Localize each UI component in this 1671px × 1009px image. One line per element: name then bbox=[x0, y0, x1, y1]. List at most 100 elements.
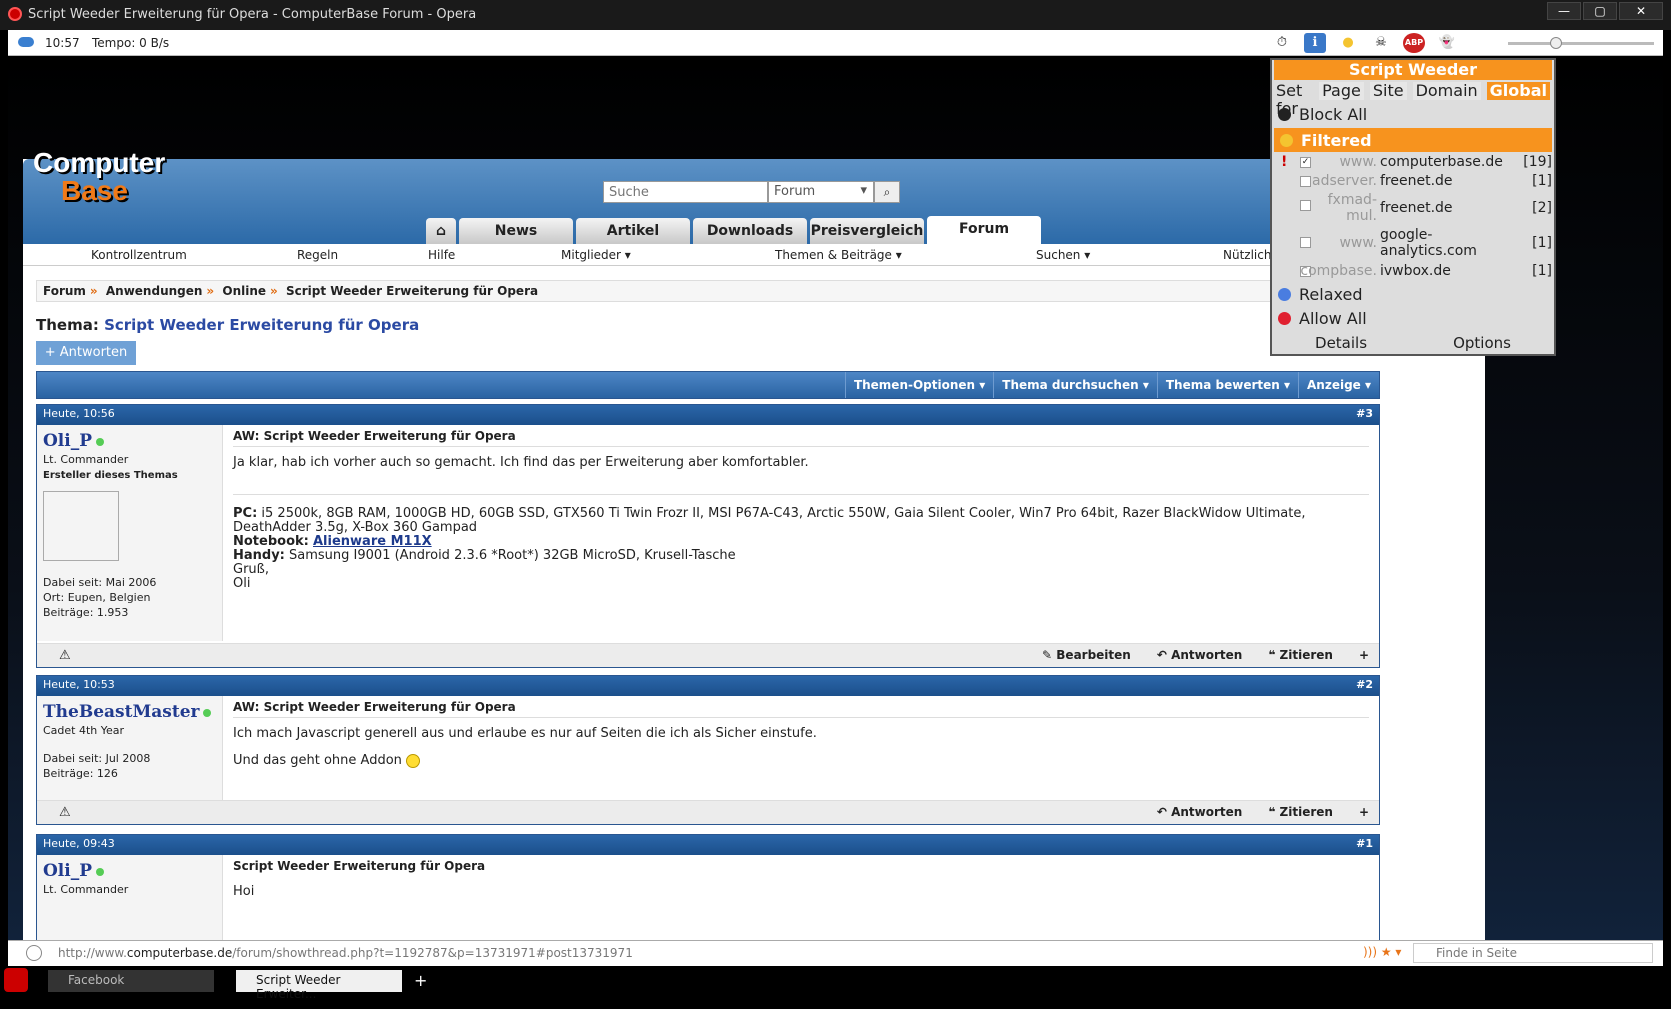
rss-feed-icon[interactable]: ))) ★ ▾ bbox=[1363, 945, 1401, 959]
zoom-slider[interactable] bbox=[1508, 37, 1654, 49]
filtered-option[interactable]: Filtered bbox=[1274, 128, 1552, 152]
user-meta: Dabei seit: Mai 2006 Ort: Eupen, Belgien… bbox=[43, 575, 216, 620]
script-count: [19] bbox=[1523, 154, 1552, 170]
thread-title[interactable]: Script Weeder Erweiterung für Opera bbox=[104, 316, 419, 334]
domain-row[interactable]: adserver. freenet.de [1] bbox=[1272, 173, 1554, 192]
domain-row[interactable]: fxmad-mul. freenet.de [2] bbox=[1272, 192, 1554, 227]
nav-regeln[interactable]: Regeln bbox=[297, 248, 338, 262]
multiquote-button[interactable]: + bbox=[1359, 805, 1369, 819]
domain-checkbox[interactable] bbox=[1300, 200, 1311, 211]
scope-global[interactable]: Global bbox=[1486, 82, 1550, 100]
timer-icon[interactable]: ⏱ bbox=[1271, 33, 1293, 53]
post-number[interactable]: #3 bbox=[1356, 407, 1373, 420]
maximize-button[interactable]: ▢ bbox=[1583, 2, 1617, 20]
script-count: [1] bbox=[1532, 173, 1552, 189]
block-all-option[interactable]: Block All bbox=[1272, 102, 1554, 126]
domain-row[interactable]: ! ✓ www. computerbase.de [19] bbox=[1272, 154, 1554, 173]
user-rank: Cadet 4th Year bbox=[43, 724, 125, 737]
reply-post-button[interactable]: ↶ Antworten bbox=[1157, 805, 1242, 819]
url-field[interactable]: http://www.computerbase.de/forum/showthr… bbox=[58, 946, 633, 960]
multiquote-button[interactable]: + bbox=[1359, 648, 1369, 662]
search-icon[interactable]: ⌕ bbox=[874, 181, 900, 203]
thread-options-menu[interactable]: Themen-Optionen ▾ bbox=[844, 372, 993, 398]
post-date: Heute, 10:56 bbox=[43, 407, 115, 420]
join-date: Dabei seit: Mai 2006 bbox=[43, 576, 157, 589]
nav-hilfe[interactable]: Hilfe bbox=[428, 248, 455, 262]
details-button[interactable]: Details bbox=[1315, 334, 1367, 352]
home-icon[interactable]: ⌂ bbox=[426, 218, 456, 244]
tab-preisvergleich[interactable]: Preisvergleich bbox=[810, 218, 924, 244]
domain-checkbox[interactable]: ✓ bbox=[1300, 157, 1311, 168]
tab-forum[interactable]: Forum bbox=[927, 216, 1041, 244]
info-icon[interactable]: ℹ bbox=[1304, 33, 1326, 53]
avatar[interactable] bbox=[43, 491, 119, 561]
opera-logo-icon[interactable] bbox=[8, 7, 22, 21]
quote-button[interactable]: ❝ Zitieren bbox=[1268, 648, 1333, 662]
domain-row[interactable]: compbase. ivwbox.de [1] bbox=[1272, 263, 1554, 282]
ghostery-icon[interactable]: 👻 bbox=[1436, 33, 1458, 53]
username[interactable]: TheBeastMaster bbox=[43, 702, 216, 722]
tab-downloads[interactable]: Downloads bbox=[693, 218, 807, 244]
scope-domain[interactable]: Domain bbox=[1412, 82, 1481, 100]
subdomain: www. bbox=[1339, 235, 1377, 251]
opera-menu-button[interactable] bbox=[4, 968, 28, 992]
pirate-icon[interactable]: ☠ bbox=[1370, 33, 1392, 53]
search-scope-select[interactable]: Forum bbox=[768, 181, 874, 203]
computerbase-logo[interactable]: Computer Base bbox=[33, 149, 165, 205]
post-1: Heute, 09:43 #1 Oli_P Lt. Commander Scri… bbox=[36, 834, 1380, 940]
domain-checkbox[interactable] bbox=[1300, 176, 1311, 187]
new-tab-button[interactable]: + bbox=[414, 971, 427, 990]
options-button[interactable]: Options bbox=[1453, 334, 1511, 352]
edit-button[interactable]: ✎ Bearbeiten bbox=[1042, 648, 1131, 662]
yellow-dot-icon bbox=[1280, 133, 1293, 147]
domain-row[interactable]: www. google-analytics.com [1] bbox=[1272, 227, 1554, 263]
search-input[interactable] bbox=[603, 181, 768, 203]
report-icon[interactable]: ⚠ bbox=[59, 648, 71, 663]
window-title: Script Weeder Erweiterung für Opera - Co… bbox=[28, 7, 477, 22]
tab-script-weeder[interactable]: Script Weeder Erweiter... bbox=[236, 970, 402, 1001]
report-icon[interactable]: ⚠ bbox=[59, 805, 71, 820]
script-weeder-icon[interactable]: ● bbox=[1337, 33, 1359, 53]
site-info-icon[interactable] bbox=[26, 945, 42, 961]
minimize-button[interactable]: — bbox=[1547, 2, 1581, 20]
signature-link[interactable]: Alienware M11X bbox=[313, 534, 432, 549]
post-number[interactable]: #2 bbox=[1356, 678, 1373, 691]
breadcrumb-anwendungen[interactable]: Anwendungen bbox=[106, 284, 203, 298]
quote-button[interactable]: ❝ Zitieren bbox=[1268, 805, 1333, 819]
online-status-icon bbox=[203, 709, 212, 717]
tab-artikel[interactable]: Artikel bbox=[576, 218, 690, 244]
scope-page[interactable]: Page bbox=[1319, 82, 1364, 100]
thread-search-menu[interactable]: Thema durchsuchen ▾ bbox=[993, 372, 1157, 398]
site-header: Computer Base Forum ⌕ ⌂ News Artikel Dow… bbox=[23, 149, 1485, 244]
post-count: Beiträge: 126 bbox=[43, 767, 118, 780]
user-rank: Lt. Commander bbox=[43, 453, 129, 466]
window-titlebar: Script Weeder Erweiterung für Opera - Co… bbox=[0, 0, 1671, 30]
adblock-icon[interactable]: ABP bbox=[1403, 33, 1425, 53]
zoom-slider-knob[interactable] bbox=[1550, 37, 1562, 49]
block-all-label: Block All bbox=[1299, 104, 1368, 124]
thread-rate-menu[interactable]: Thema bewerten ▾ bbox=[1156, 372, 1298, 398]
display-mode-menu[interactable]: Anzeige ▾ bbox=[1298, 372, 1379, 398]
reply-post-button[interactable]: ↶ Antworten bbox=[1157, 648, 1242, 662]
breadcrumb-forum[interactable]: Forum bbox=[43, 284, 86, 298]
nav-kontrollzentrum[interactable]: Kontrollzentrum bbox=[91, 248, 187, 262]
nav-themen-beitraege[interactable]: Themen & Beiträge ▾ bbox=[775, 248, 902, 262]
username[interactable]: Oli_P bbox=[43, 861, 216, 881]
breadcrumb-online[interactable]: Online bbox=[222, 284, 266, 298]
post-number[interactable]: #1 bbox=[1356, 837, 1373, 850]
domain-checkbox[interactable] bbox=[1300, 237, 1311, 248]
scope-site[interactable]: Site bbox=[1369, 82, 1407, 100]
script-count: [2] bbox=[1532, 200, 1552, 216]
nav-suchen[interactable]: Suchen ▾ bbox=[1036, 248, 1090, 262]
allow-all-option[interactable]: Allow All bbox=[1272, 306, 1554, 330]
relaxed-option[interactable]: Relaxed bbox=[1272, 282, 1554, 306]
tab-news[interactable]: News bbox=[459, 218, 573, 244]
nav-mitglieder[interactable]: Mitglieder ▾ bbox=[561, 248, 631, 262]
cloud-icon[interactable] bbox=[18, 37, 34, 47]
find-in-page-input[interactable]: Finde in Seite bbox=[1413, 943, 1653, 963]
username[interactable]: Oli_P bbox=[43, 431, 216, 451]
page-title: Thema: Script Weeder Erweiterung für Ope… bbox=[36, 316, 419, 334]
tab-facebook[interactable]: Facebook bbox=[48, 970, 214, 992]
close-button[interactable]: ✕ bbox=[1619, 2, 1663, 20]
reply-button[interactable]: + Antworten bbox=[36, 341, 136, 365]
